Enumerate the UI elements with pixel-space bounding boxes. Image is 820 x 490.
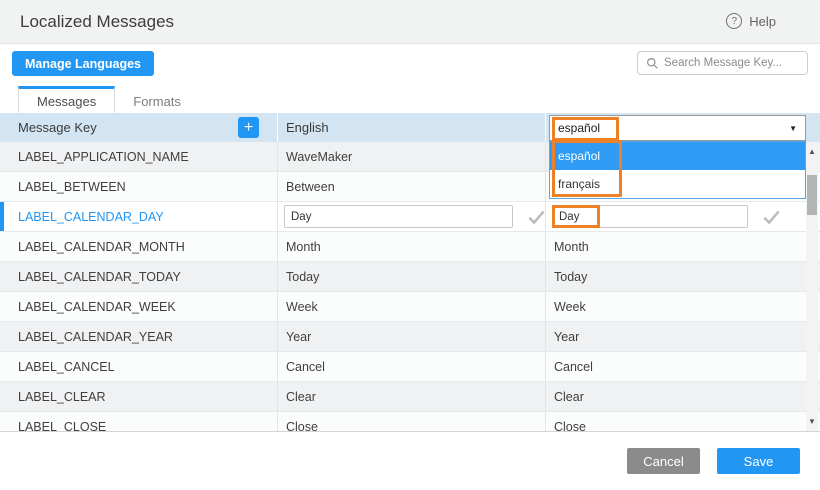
english-value-label: Today [286,270,319,284]
chevron-down-icon: ▼ [789,124,797,133]
message-key-label: LABEL_CALENDAR_TODAY [18,270,181,284]
message-key-cell[interactable]: LABEL_CALENDAR_WEEK [0,292,277,321]
english-value-label: Month [286,240,321,254]
message-key-cell[interactable]: LABEL_CALENDAR_TODAY [0,262,277,291]
message-key-cell[interactable]: LABEL_CANCEL [0,352,277,381]
table-row[interactable]: LABEL_CALENDAR_WEEK Week Week [0,292,820,322]
language-value-label: Clear [554,390,584,404]
message-key-label: LABEL_CANCEL [18,360,115,374]
table-row[interactable]: LABEL_CALENDAR_MONTH Month Month [0,232,820,262]
check-icon [762,209,781,225]
message-key-cell[interactable]: LABEL_CALENDAR_MONTH [0,232,277,261]
manage-languages-button[interactable]: Manage Languages [12,51,154,76]
message-key-label: LABEL_CALENDAR_MONTH [18,240,185,254]
language-select-value: español [558,121,600,135]
tab-bar: Messages Formats [18,86,199,113]
page-title: Localized Messages [20,12,174,32]
english-header-label: English [286,120,329,135]
save-button[interactable]: Save [717,448,800,474]
message-key-label: LABEL_CALENDAR_YEAR [18,330,173,344]
language-value-cell[interactable]: Week [545,292,820,321]
language-value-cell[interactable] [545,202,820,231]
language-option-espanol[interactable]: español [550,142,805,170]
messages-table: Message Key + English español ▼ español … [0,113,820,432]
language-dropdown: español français [549,141,806,199]
english-value-cell[interactable]: Clear [277,382,545,411]
table-row[interactable]: LABEL_CANCEL Cancel Cancel [0,352,820,382]
message-key-label: LABEL_BETWEEN [18,180,126,194]
scroll-down-icon[interactable]: ▼ [806,416,818,428]
translation-input[interactable] [284,205,513,228]
message-key-label: LABEL_APPLICATION_NAME [18,150,189,164]
message-key-label: LABEL_CALENDAR_DAY [18,210,164,224]
language-option-francais[interactable]: français [550,170,805,198]
language-value-cell[interactable]: Cancel [545,352,820,381]
column-header-message-key: Message Key + [0,113,277,142]
english-value-cell[interactable]: Between [277,172,545,201]
message-key-cell[interactable]: LABEL_CLOSE [0,412,277,432]
help-label: Help [749,14,776,29]
language-value-label: Month [554,240,589,254]
localized-messages-dialog: Localized Messages ? Help Manage Languag… [0,0,820,490]
table-row[interactable]: LABEL_CALENDAR_TODAY Today Today [0,262,820,292]
language-value-cell[interactable]: Today [545,262,820,291]
check-icon [527,209,545,225]
english-value-label: Cancel [286,360,325,374]
message-key-cell[interactable]: LABEL_CLEAR [0,382,277,411]
language-value-cell[interactable]: Month [545,232,820,261]
table-row[interactable]: LABEL_CLEAR Clear Clear [0,382,820,412]
english-value-cell[interactable]: WaveMaker [277,142,545,171]
english-value-cell[interactable]: Year [277,322,545,351]
message-key-label: LABEL_CALENDAR_WEEK [18,300,176,314]
language-value-cell[interactable]: Close [545,412,820,432]
message-key-header-label: Message Key [18,120,97,135]
table-row[interactable]: LABEL_CALENDAR_DAY [0,202,820,232]
english-value-label: WaveMaker [286,150,352,164]
english-value-label: Between [286,180,335,194]
english-value-cell[interactable]: Cancel [277,352,545,381]
english-value-cell[interactable]: Week [277,292,545,321]
english-value-cell[interactable] [277,202,545,231]
language-select[interactable]: español ▼ [549,115,806,141]
cancel-button[interactable]: Cancel [627,448,700,474]
help-link[interactable]: ? Help [726,13,776,29]
circle-question-icon: ? [726,13,742,29]
language-value-label: Week [554,300,586,314]
magnifier-icon [646,57,659,70]
language-value-label: Year [554,330,579,344]
english-value-label: Clear [286,390,316,404]
scroll-up-icon[interactable]: ▲ [806,146,818,158]
message-key-cell[interactable]: LABEL_CALENDAR_DAY [0,202,277,231]
english-value-cell[interactable]: Month [277,232,545,261]
message-key-cell[interactable]: LABEL_BETWEEN [0,172,277,201]
search-input[interactable] [664,57,799,69]
english-value-label: Week [286,300,318,314]
tab-formats[interactable]: Formats [115,86,199,113]
language-value-label: Cancel [554,360,593,374]
language-value-cell[interactable]: Clear [545,382,820,411]
scrollbar-thumb[interactable] [807,175,817,215]
english-value-cell[interactable]: Close [277,412,545,432]
english-value-cell[interactable]: Today [277,262,545,291]
table-row[interactable]: LABEL_CLOSE Close Close [0,412,820,432]
table-scrollbar[interactable]: ▲ ▼ [806,142,818,432]
language-value-label: Today [554,270,587,284]
search-box[interactable] [637,51,808,75]
message-key-cell[interactable]: LABEL_APPLICATION_NAME [0,142,277,171]
message-key-label: LABEL_CLOSE [18,420,106,433]
tab-messages[interactable]: Messages [18,86,115,113]
message-key-label: LABEL_CLEAR [18,390,106,404]
translation-input[interactable] [552,205,748,228]
english-value-label: Close [286,420,318,433]
column-header-english: English [277,113,545,142]
english-value-label: Year [286,330,311,344]
add-message-key-button[interactable]: + [238,117,259,138]
title-bar: Localized Messages ? Help [0,0,820,44]
language-value-label: Close [554,420,586,433]
table-row[interactable]: LABEL_CALENDAR_YEAR Year Year [0,322,820,352]
language-value-cell[interactable]: Year [545,322,820,351]
message-key-cell[interactable]: LABEL_CALENDAR_YEAR [0,322,277,351]
